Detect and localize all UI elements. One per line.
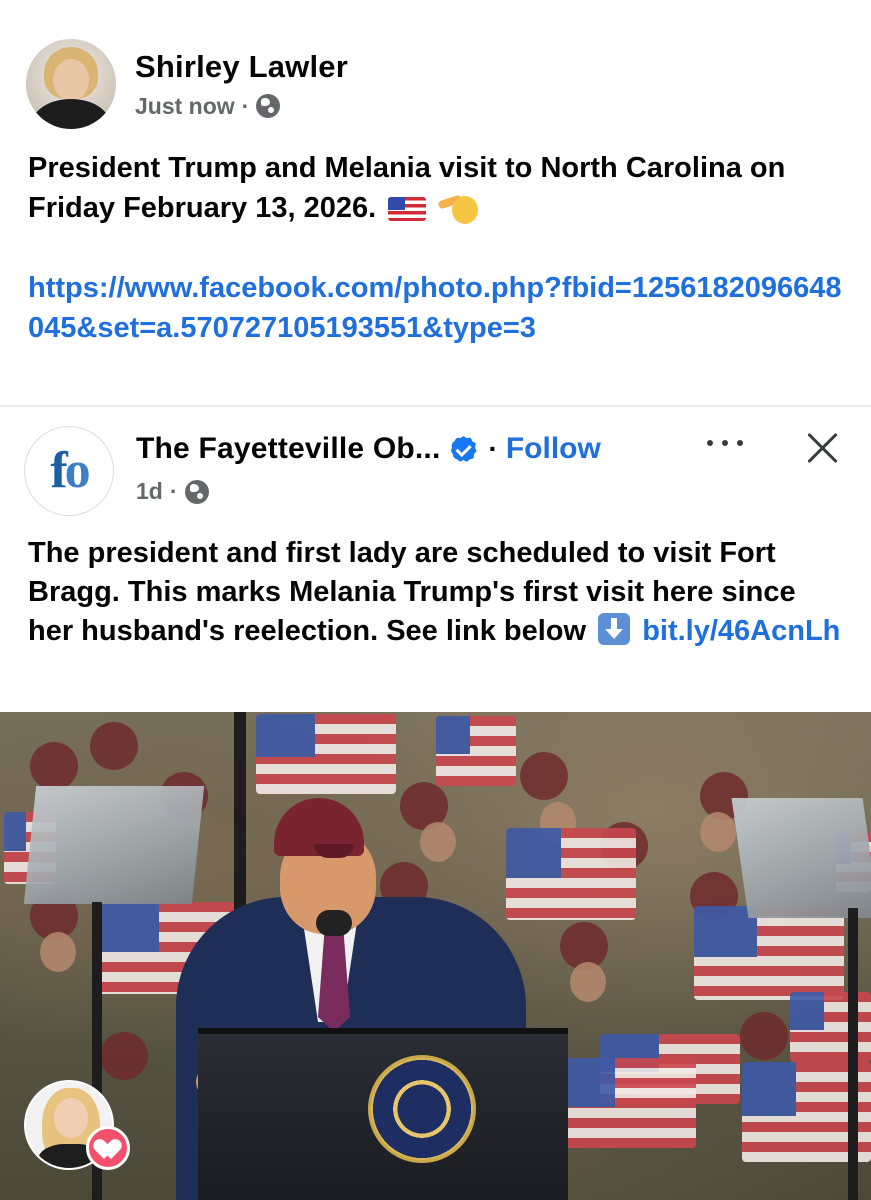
author-avatar[interactable]	[26, 39, 116, 129]
shared-post-header: fo The Fayetteville Ob... · Follow 1d ·	[24, 424, 854, 516]
us-flag	[506, 828, 636, 920]
down-arrow-icon	[598, 613, 631, 645]
salute-face	[452, 196, 479, 225]
globe-icon[interactable]	[256, 94, 281, 118]
crowd-face	[420, 822, 456, 862]
microphone	[316, 910, 352, 936]
meta-separator: ·	[241, 92, 250, 119]
logo-letter-o: o	[64, 442, 91, 499]
shared-timestamp[interactable]: 1d	[136, 478, 163, 505]
post-link[interactable]: https://www.facebook.com/photo.php?fbid=…	[28, 268, 848, 348]
crowd-face	[570, 962, 606, 1002]
post-timestamp[interactable]: Just now	[135, 93, 235, 120]
logo-letter-f: f	[50, 442, 67, 499]
love-icon	[86, 1126, 130, 1170]
teleprompter-right-stand	[848, 908, 858, 1200]
shared-post-body: The president and first lady are schedul…	[28, 534, 848, 651]
us-flag	[256, 714, 396, 794]
crowd-face	[700, 812, 736, 852]
author-name[interactable]: Shirley Lawler	[135, 49, 348, 85]
crowd-beret	[100, 1032, 148, 1080]
post-header: Shirley Lawler Just now ·	[26, 38, 348, 130]
follow-separator: ·	[488, 433, 498, 464]
us-flag	[694, 906, 844, 1000]
page-logo[interactable]: fo	[24, 426, 114, 516]
post-header-text: Shirley Lawler Just now ·	[135, 49, 348, 120]
crowd-beret	[30, 742, 78, 790]
more-options-icon[interactable]	[707, 440, 743, 450]
crowd-beret	[520, 752, 568, 800]
us-flag	[790, 992, 871, 1062]
post-divider	[0, 405, 871, 407]
crowd-face	[40, 932, 76, 972]
crowd-beret	[740, 1012, 788, 1060]
globe-icon[interactable]	[184, 479, 209, 504]
post-photo[interactable]	[0, 712, 871, 1200]
reactor-face	[54, 1098, 88, 1138]
close-icon[interactable]	[806, 430, 840, 464]
presidential-seal	[368, 1055, 476, 1163]
page-name-row: The Fayetteville Ob... · Follow	[136, 432, 601, 466]
flag-us-emoji	[388, 197, 427, 222]
shared-post-meta: 1d ·	[136, 478, 209, 505]
follow-button[interactable]: Follow	[506, 432, 601, 466]
saluting-face-emoji	[437, 192, 480, 226]
us-flag	[556, 1058, 696, 1148]
us-flag	[436, 716, 516, 786]
short-link[interactable]: bit.ly/46AcnLh	[642, 615, 840, 647]
teleprompter-left	[23, 786, 205, 904]
teleprompter-right	[731, 798, 871, 918]
post-meta: Just now ·	[135, 93, 348, 120]
speaker-cap	[274, 798, 364, 858]
verified-badge-icon	[450, 436, 477, 462]
shared-meta-separator: ·	[169, 478, 178, 504]
avatar-face	[53, 59, 89, 101]
page-name[interactable]: The Fayetteville Ob...	[136, 432, 441, 466]
post-body: President Trump and Melania visit to Nor…	[28, 148, 848, 228]
crowd-beret	[90, 722, 138, 770]
